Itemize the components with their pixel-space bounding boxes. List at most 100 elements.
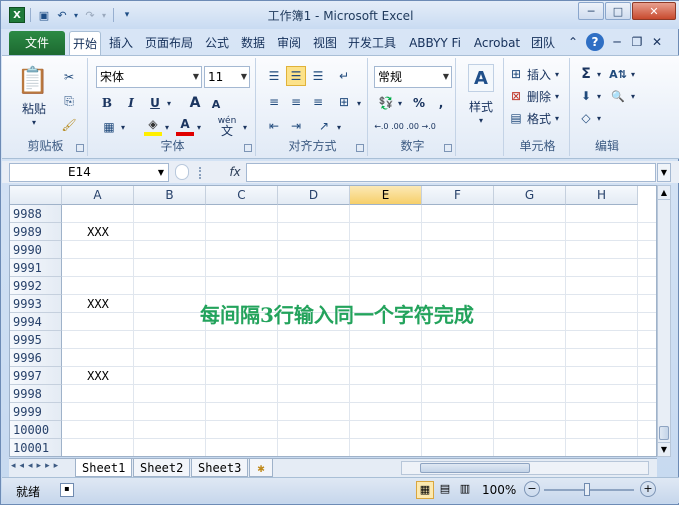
styles-dropdown-icon[interactable]: ▾ [474, 114, 488, 126]
underline-dropdown-icon[interactable]: ▾ [164, 94, 174, 112]
tab-formulas[interactable]: 公式 [201, 31, 233, 55]
row-header[interactable]: 9988 [10, 205, 62, 223]
macro-record-icon[interactable]: ▪ [60, 483, 74, 497]
paste-dropdown-icon[interactable]: ▾ [26, 116, 42, 128]
align-left-icon[interactable]: ≡ [264, 92, 284, 112]
tab-team[interactable]: 团队 [528, 31, 558, 55]
fill-color-icon[interactable]: ◈ [144, 116, 162, 136]
scroll-up-icon[interactable]: ▲ [658, 186, 670, 200]
row-header[interactable]: 9995 [10, 331, 62, 349]
column-header-h[interactable]: H [566, 186, 638, 205]
sheet-tab-2[interactable]: Sheet2 [133, 459, 191, 477]
styles-icon[interactable]: A [468, 64, 494, 92]
row-header[interactable]: 9996 [10, 349, 62, 367]
decrease-indent-icon[interactable]: ⇤ [264, 116, 284, 136]
format-cells-icon[interactable]: ▤ [508, 110, 524, 126]
doc-minimize-icon[interactable]: ─ [609, 34, 625, 50]
comma-style-button[interactable]: , [432, 94, 450, 112]
format-cells-button[interactable]: 格式 [526, 110, 552, 126]
fill-icon[interactable]: ⬇ [578, 88, 594, 104]
merge-dropdown-icon[interactable]: ▾ [354, 94, 364, 112]
tab-view[interactable]: 视图 [309, 31, 341, 55]
delete-cells-icon[interactable]: ⊠ [508, 88, 524, 104]
vertical-scrollbar[interactable]: ▲ ▼ [657, 185, 671, 457]
worksheet-grid[interactable]: A B C D E F G H 9988 9989 XXX 9990 9991 9992 9993 XXX 99… [9, 185, 657, 457]
bold-button[interactable]: B [98, 94, 116, 112]
underline-button[interactable]: U [146, 94, 164, 112]
cell-a[interactable]: XXX [62, 225, 134, 239]
number-format-combo[interactable]: 常规 ▼ [374, 66, 452, 88]
tab-home[interactable]: 开始 [69, 31, 101, 55]
tab-data[interactable]: 数据 [237, 31, 269, 55]
borders-dropdown-icon[interactable]: ▾ [118, 118, 128, 136]
sheet-nav-arrows-icon[interactable]: ◂◂◂▸▸▸ [11, 461, 62, 471]
find-dropdown-icon[interactable]: ▾ [628, 88, 638, 104]
sort-filter-dropdown-icon[interactable]: ▾ [628, 66, 638, 82]
wrap-text-icon[interactable]: ↵ [334, 66, 354, 86]
find-select-icon[interactable]: 🔍 [608, 88, 628, 104]
sheet-tab-3[interactable]: Sheet3 [191, 459, 249, 477]
cut-icon[interactable]: ✂ [60, 68, 78, 86]
insert-sheet-icon[interactable]: ✱ [249, 459, 273, 477]
row-header[interactable]: 9998 [10, 385, 62, 403]
tab-abbyy[interactable]: ABBYY Fi [404, 31, 466, 55]
font-name-combo[interactable]: 宋体 ▼ [96, 66, 202, 88]
formula-input[interactable] [246, 163, 656, 182]
decrease-decimal-button[interactable]: .00 →.0 [406, 116, 436, 136]
font-size-dropdown-icon[interactable]: ▼ [241, 67, 247, 87]
row-header[interactable]: 9990 [10, 241, 62, 259]
font-launcher-icon[interactable] [244, 144, 252, 152]
fill-dropdown-icon[interactable]: ▾ [594, 88, 604, 104]
insert-cells-icon[interactable]: ⊞ [508, 66, 524, 82]
align-bottom-icon[interactable]: ☰ [308, 66, 328, 86]
horizontal-scroll-thumb[interactable] [420, 463, 530, 473]
align-middle-icon[interactable]: ☰ [286, 66, 306, 86]
row-header[interactable]: 9991 [10, 259, 62, 277]
align-right-icon[interactable]: ≡ [308, 92, 328, 112]
increase-indent-icon[interactable]: ⇥ [286, 116, 306, 136]
paste-button[interactable]: 粘贴 [14, 100, 54, 116]
row-header[interactable]: 10000 [10, 421, 62, 439]
delete-dropdown-icon[interactable]: ▾ [552, 88, 562, 104]
collapse-ribbon-icon[interactable]: ⌃ [565, 34, 581, 50]
close-button[interactable]: ✕ [632, 2, 676, 20]
orientation-icon[interactable]: ↗ [314, 116, 334, 136]
select-all-corner[interactable] [10, 186, 62, 205]
row-header[interactable]: 9997 [10, 367, 62, 385]
shrink-font-button[interactable]: A [208, 96, 224, 112]
font-name-dropdown-icon[interactable]: ▼ [193, 67, 199, 87]
insert-dropdown-icon[interactable]: ▾ [552, 66, 562, 82]
file-tab[interactable]: 文件 [9, 31, 65, 55]
row-header[interactable]: 9992 [10, 277, 62, 295]
percent-style-button[interactable]: % [410, 94, 428, 112]
page-layout-view-icon[interactable]: ▤ [436, 481, 454, 499]
format-painter-icon[interactable]: 🖌 [60, 116, 78, 134]
tab-developer[interactable]: 开发工具 [344, 31, 400, 55]
font-color-icon[interactable]: A [176, 116, 194, 136]
column-header-c[interactable]: C [206, 186, 278, 205]
merge-center-icon[interactable]: ⊞ [334, 92, 354, 112]
sort-filter-icon[interactable]: A⇅ [608, 66, 628, 82]
help-icon[interactable]: ? [586, 33, 604, 51]
expand-formula-bar-icon[interactable]: ▼ [657, 163, 671, 182]
insert-function-button[interactable]: fx [226, 163, 244, 182]
zoom-in-icon[interactable]: + [640, 481, 656, 497]
column-header-d[interactable]: D [278, 186, 350, 205]
font-size-combo[interactable]: 11 ▼ [204, 66, 250, 88]
formula-bar-splitter[interactable] [199, 167, 203, 179]
insert-cells-button[interactable]: 插入 [526, 66, 552, 82]
alignment-launcher-icon[interactable] [356, 144, 364, 152]
row-header[interactable]: 9993 [10, 295, 62, 313]
paste-icon[interactable]: 📋 [17, 64, 49, 98]
formula-bar-toggle[interactable] [175, 164, 189, 180]
scroll-down-icon[interactable]: ▼ [658, 442, 670, 456]
column-header-b[interactable]: B [134, 186, 206, 205]
zoom-slider-thumb[interactable] [584, 483, 590, 496]
fill-color-dropdown-icon[interactable]: ▾ [162, 118, 172, 136]
autosum-button[interactable]: Σ [578, 66, 594, 82]
tab-acrobat[interactable]: Acrobat [469, 31, 525, 55]
doc-restore-icon[interactable]: ❐ [629, 34, 645, 50]
horizontal-scrollbar[interactable] [401, 461, 649, 475]
name-box-dropdown-icon[interactable]: ▼ [158, 164, 164, 181]
clipboard-launcher-icon[interactable] [76, 144, 84, 152]
